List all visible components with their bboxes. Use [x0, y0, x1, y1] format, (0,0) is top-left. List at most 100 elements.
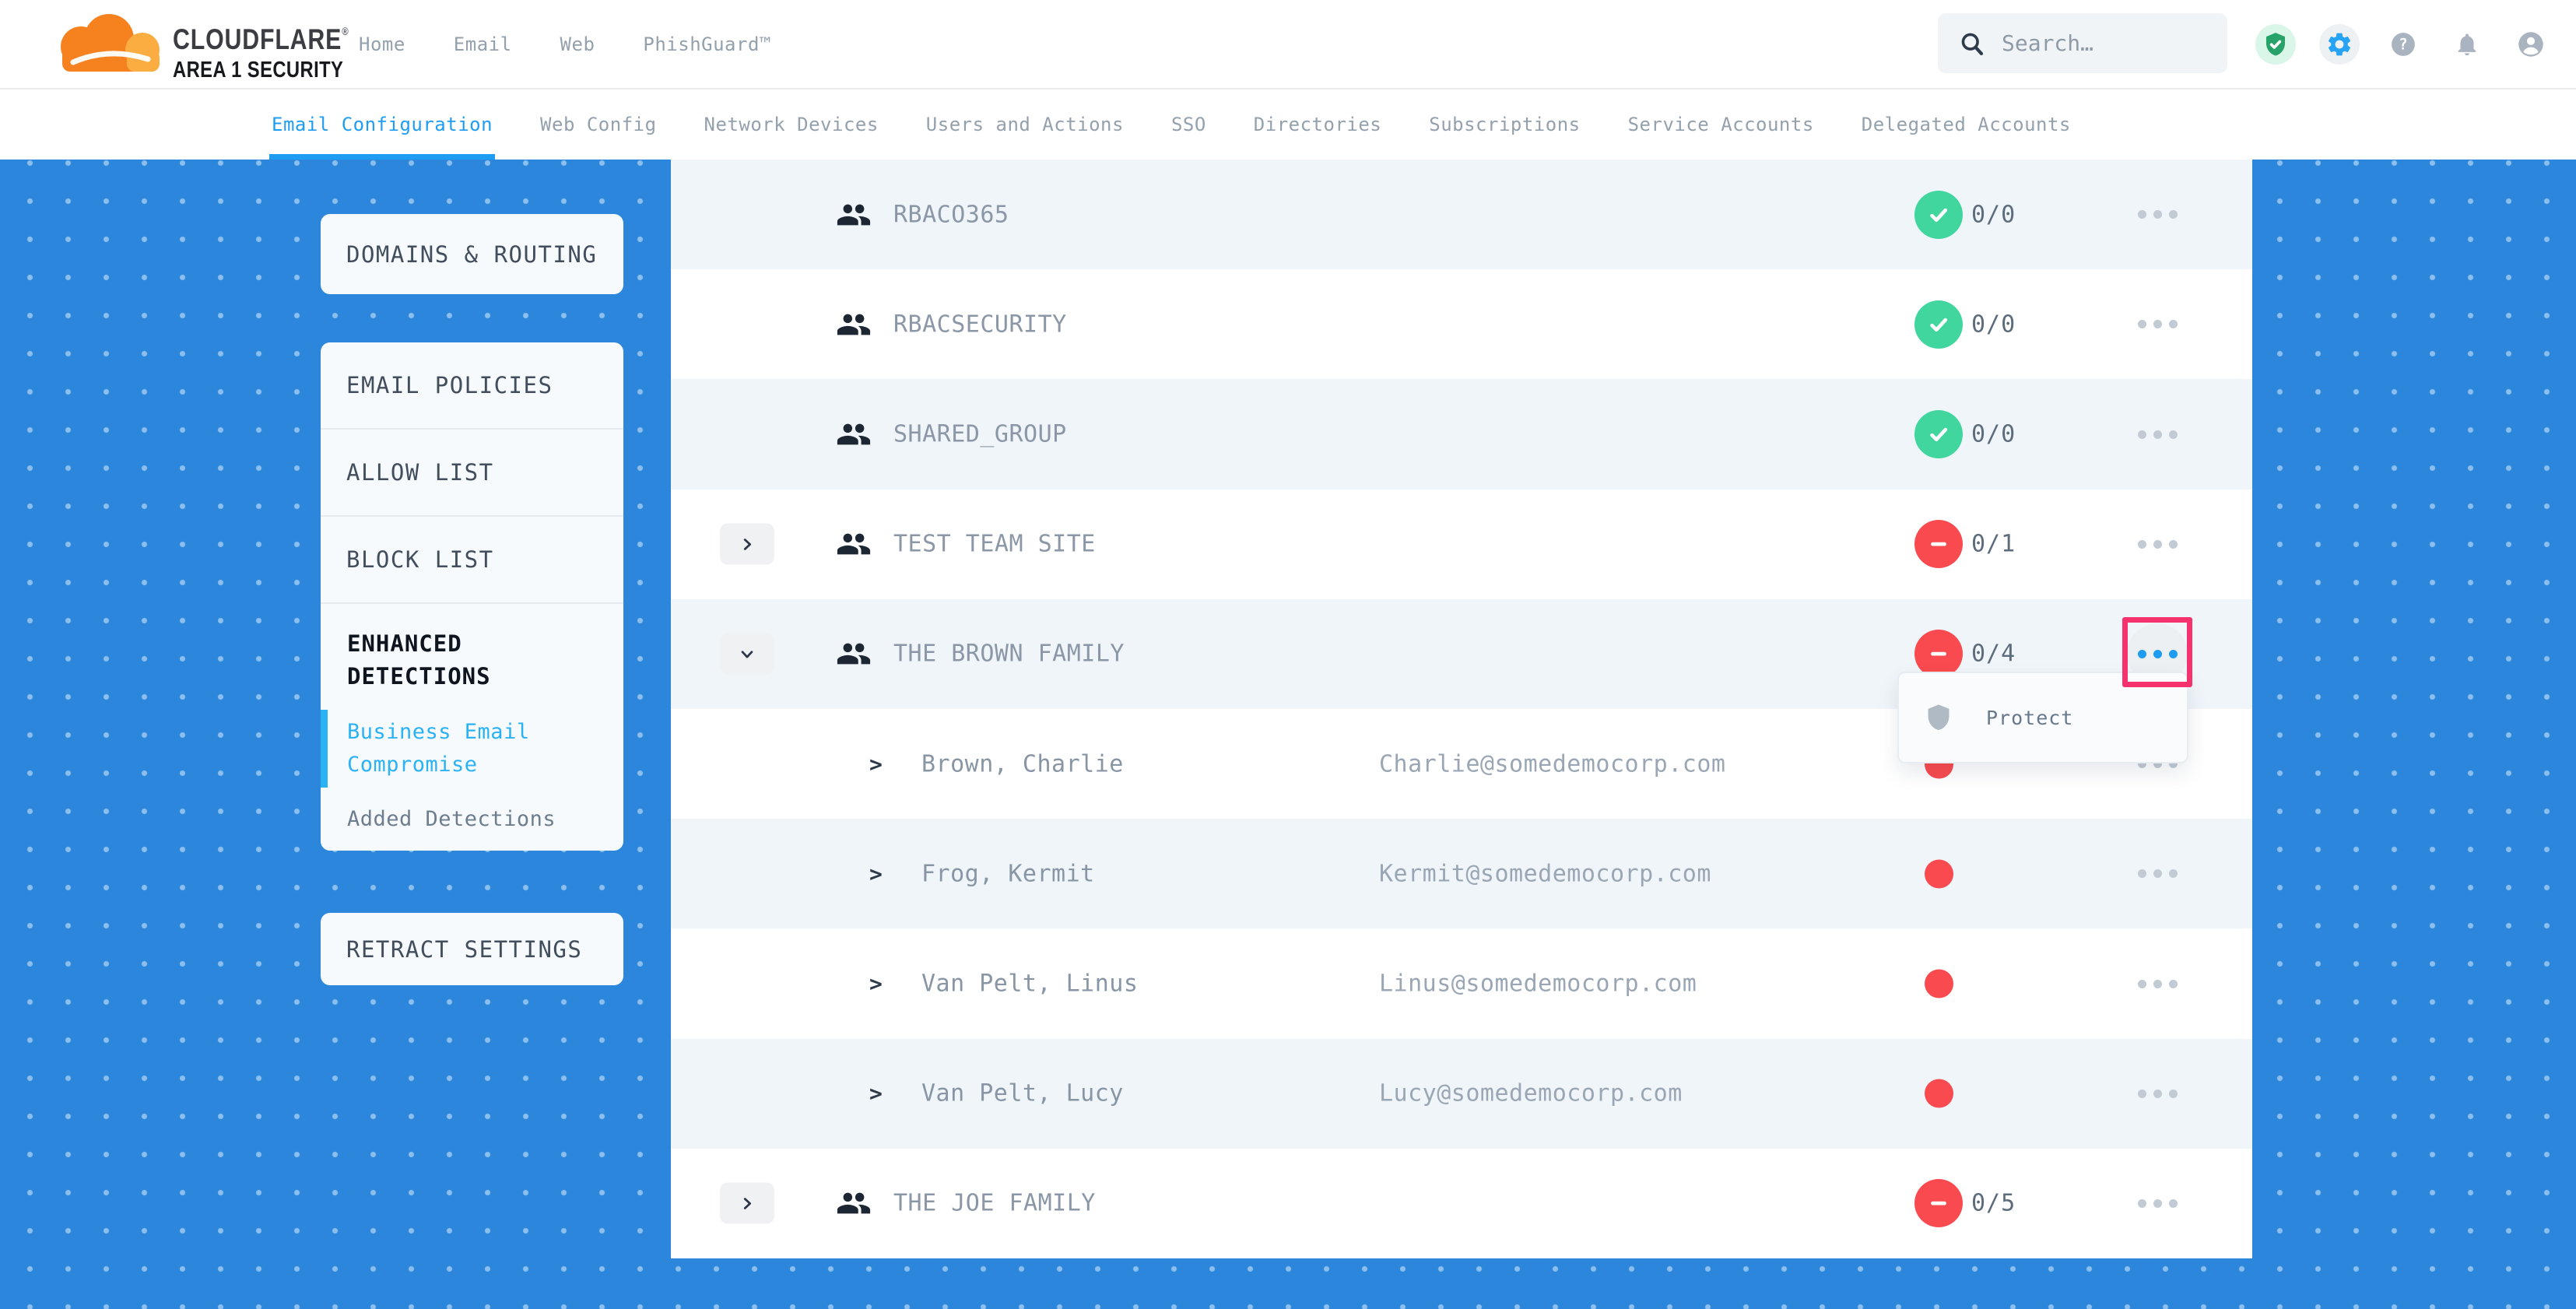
member-email: Kermit@somedemocorp.com: [1379, 860, 1711, 887]
enhanced-items: Business Email Compromise Added Detection…: [347, 716, 597, 836]
top-nav-item-home[interactable]: Home: [359, 33, 405, 55]
search-input[interactable]: [2000, 30, 2213, 57]
sidebar-item-retract-settings[interactable]: RETRACT SETTINGS: [321, 936, 582, 963]
tab-sso[interactable]: SSO: [1171, 89, 1206, 160]
table-row-group[interactable]: RBACO3650/0: [671, 160, 2252, 269]
tab-directories[interactable]: Directories: [1254, 89, 1381, 160]
tab-delegated-accounts[interactable]: Delegated Accounts: [1862, 89, 2071, 160]
gear-icon[interactable]: [2319, 24, 2360, 65]
ellipsis-dot: [2138, 869, 2146, 878]
ellipsis-dot: [2169, 1090, 2178, 1098]
row-actions-button[interactable]: [2127, 294, 2188, 355]
member-name: Van Pelt, Lucy: [921, 1080, 1124, 1107]
row-actions-button[interactable]: [2127, 844, 2188, 904]
sidebar-card-retract-settings[interactable]: RETRACT SETTINGS: [321, 913, 623, 985]
chevron-right-icon: [739, 535, 756, 553]
header-icon-cluster: ?: [2255, 0, 2551, 88]
brand-registered-mark: ®: [342, 25, 348, 37]
protected-count: 0/5: [1971, 1190, 2016, 1217]
top-nav-item-phishguard[interactable]: PhishGuard™: [643, 33, 770, 55]
group-icon: [836, 1185, 872, 1221]
shield-check-icon[interactable]: [2255, 24, 2296, 65]
tab-users-and-actions[interactable]: Users and Actions: [926, 89, 1124, 160]
ellipsis-dot: [2169, 1199, 2178, 1208]
top-nav-item-web[interactable]: Web: [560, 33, 595, 55]
sidebar-item-allow-list[interactable]: ALLOW LIST: [321, 430, 623, 517]
sidebar-item-added-detections[interactable]: Added Detections: [347, 803, 597, 836]
ellipsis-dot: [2153, 210, 2162, 219]
ellipsis-dot: [2153, 430, 2162, 439]
member-expand-chevron[interactable]: >: [869, 861, 883, 886]
member-expand-chevron[interactable]: >: [869, 1081, 883, 1107]
table-row-member[interactable]: >Van Pelt, LinusLinus@somedemocorp.com: [671, 928, 2252, 1038]
ellipsis-dot: [2153, 1199, 2162, 1208]
help-icon[interactable]: ?: [2383, 24, 2423, 65]
tab-network-devices[interactable]: Network Devices: [704, 89, 879, 160]
context-menu-item-protect[interactable]: Protect: [1986, 707, 2073, 729]
member-email: Lucy@somedemocorp.com: [1379, 1080, 1683, 1107]
row-actions-button[interactable]: [2127, 514, 2188, 574]
table-row-member[interactable]: > Van Pelt, Lucy Lucy@somedemocorp.com: [671, 1039, 2252, 1149]
ellipsis-dot: [2153, 980, 2162, 988]
group-icon: [836, 416, 872, 452]
policy-list: EMAIL POLICIESALLOW LISTBLOCK LIST: [321, 342, 623, 604]
table-row-group[interactable]: THE JOE FAMILY0/5: [671, 1149, 2252, 1258]
chevron-down-icon: [739, 645, 756, 662]
ellipsis-dot: [2169, 430, 2178, 439]
group-icon: [836, 636, 872, 672]
table-row-group[interactable]: SHARED_GROUP0/0: [671, 379, 2252, 489]
sidebar-card-domains-routing[interactable]: DOMAINS & ROUTING: [321, 214, 623, 294]
row-actions-button[interactable]: [2127, 184, 2188, 245]
ellipsis-dot: [2153, 869, 2162, 878]
table-row-member[interactable]: > Frog, Kermit Kermit@somedemocorp.com: [671, 819, 2252, 928]
status-fail-icon: [1914, 520, 1963, 568]
brand-subtitle: AREA 1 SECURITY: [173, 59, 349, 82]
row-actions-button[interactable]: [2127, 1173, 2188, 1234]
cloudflare-logo[interactable]: CLOUDFLARE® AREA 1 SECURITY: [47, 8, 387, 82]
tab-service-accounts[interactable]: Service Accounts: [1628, 89, 1814, 160]
top-nav-item-email[interactable]: Email: [454, 33, 512, 55]
group-name: THE BROWN FAMILY: [893, 640, 1125, 668]
status-fail-icon: [1914, 1179, 1963, 1227]
group-icon: [836, 197, 872, 233]
app-root: CLOUDFLARE® AREA 1 SECURITY Home Email Web…: [0, 0, 2576, 1309]
table-row-group[interactable]: TEST TEAM SITE 0/1: [671, 490, 2252, 599]
group-name: TEST TEAM SITE: [893, 531, 1096, 558]
ellipsis-dot: [2138, 210, 2146, 219]
member-name: Frog, Kermit: [921, 860, 1095, 887]
top-bar: CLOUDFLARE® AREA 1 SECURITY Home Email Web…: [0, 0, 2576, 89]
member-expand-chevron[interactable]: >: [869, 971, 883, 997]
member-name: Van Pelt, Linus: [921, 970, 1138, 998]
tab-bar: Email Configuration Web Config Network Dev…: [0, 89, 2576, 160]
search-box: [1938, 13, 2227, 73]
sidebar-item-domains-routing[interactable]: DOMAINS & ROUTING: [321, 241, 597, 268]
member-expand-chevron[interactable]: >: [869, 751, 883, 777]
status-pass-icon: [1914, 191, 1963, 239]
bell-icon[interactable]: [2447, 24, 2487, 65]
sidebar-item-business-email-compromise[interactable]: Business Email Compromise: [347, 716, 597, 781]
cloudflare-cloud-icon: [47, 8, 165, 81]
expand-row-button[interactable]: [720, 524, 774, 565]
row-actions-button[interactable]: [2127, 1063, 2188, 1124]
ellipsis-dot: [2169, 540, 2178, 549]
sidebar-item-enhanced-detections[interactable]: ENHANCED DETECTIONS: [347, 627, 597, 693]
row-actions-button[interactable]: [2127, 953, 2188, 1014]
expand-row-button[interactable]: [720, 1183, 774, 1224]
enhanced-detections-section: ENHANCED DETECTIONS Business Email Compr…: [321, 604, 623, 836]
sidebar-item-block-list[interactable]: BLOCK LIST: [321, 517, 623, 604]
sidebar-item-email-policies[interactable]: EMAIL POLICIES: [321, 342, 623, 430]
ellipsis-dot: [2153, 1090, 2162, 1098]
protected-count: 0/1: [1971, 531, 2016, 558]
member-email: Charlie@somedemocorp.com: [1379, 750, 1725, 777]
row-actions-button[interactable]: [2127, 404, 2188, 465]
tab-subscriptions[interactable]: Subscriptions: [1429, 89, 1580, 160]
member-name: Brown, Charlie: [921, 750, 1124, 777]
tab-web-config[interactable]: Web Config: [540, 89, 657, 160]
status-pass-icon: [1914, 410, 1963, 458]
table-row-group[interactable]: RBACSECURITY0/0: [671, 269, 2252, 379]
group-icon: [836, 526, 872, 562]
tab-email-configuration[interactable]: Email Configuration: [272, 89, 493, 160]
expand-row-button[interactable]: [720, 633, 774, 675]
avatar-icon[interactable]: [2511, 24, 2551, 65]
ellipsis-dot: [2153, 540, 2162, 549]
